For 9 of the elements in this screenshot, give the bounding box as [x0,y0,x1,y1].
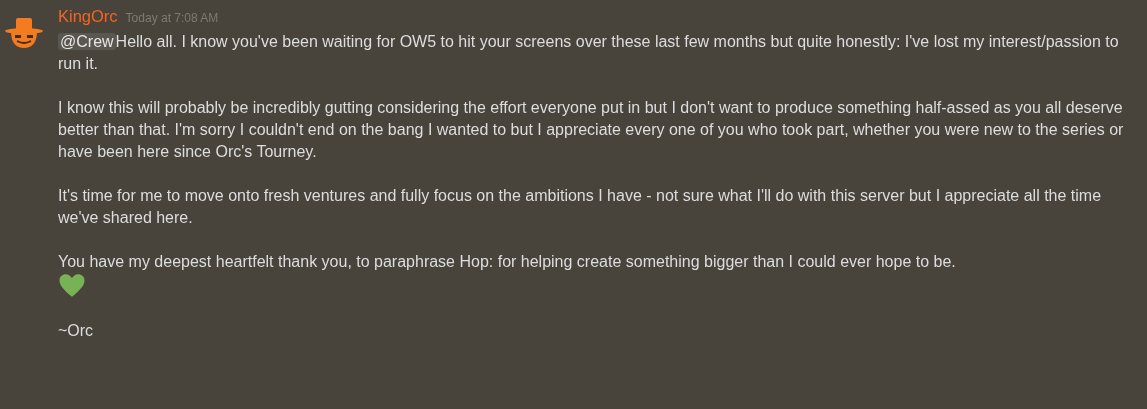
message-text: @CrewHello all. I know you've been waiting for OW5 to hit your screens over these last few months but quite honestly: I've lost my interest/passion to run it. [58,32,1120,74]
message-text: ~Orc [58,321,95,341]
author-name[interactable]: KingOrc [58,7,118,26]
message-text: It's time for me to move onto fresh ventures and fully focus on the ambitions I have - not sure what I'll do with this server but I appreciate all the time we've shared here. [58,186,1103,228]
heart-icon [58,273,86,298]
mention-link[interactable]: @Crew [58,33,116,50]
timestamp: Today at 7:08 AM [125,11,219,25]
message-text: I know this will probably be incredibly gutting considering the effort everyone put in but I don't want to produce something half-assed as you all deserve better than that. I'm sorry I couldn't end on the bang I wanted to but I appreciate every one of you who took part, whether you were new to the series or have been here since Orc's Tourney. [58,98,1125,162]
message-text: You have my deepest heartfelt thank you, to paraphrase Hop: for helping create something bigger than I could ever hope to be. [58,252,957,272]
